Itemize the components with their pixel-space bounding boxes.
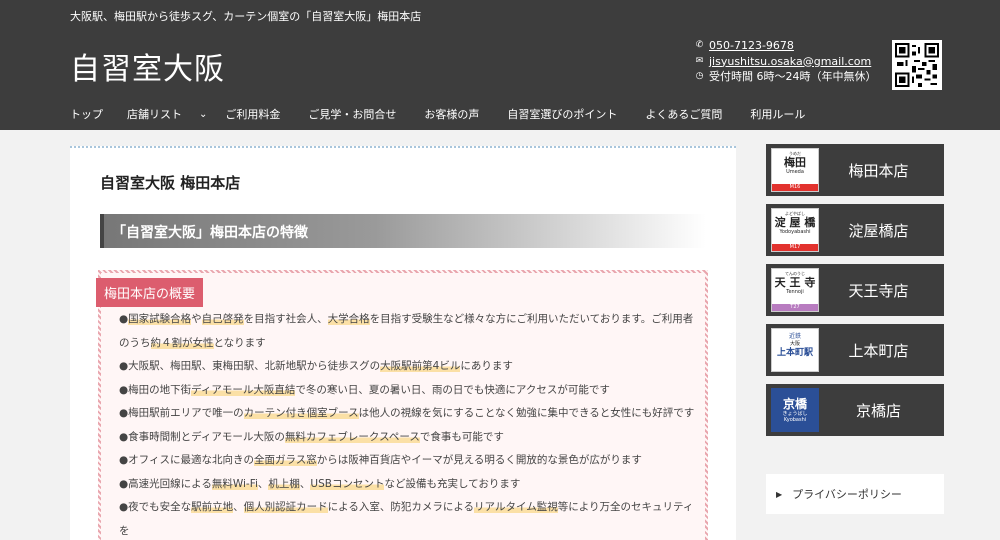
feature-item: ●国家試験合格や自己啓発を目指す社会人、大学合格を目指す受験生など様々な方にご利… <box>119 313 694 349</box>
store-link-umeda[interactable]: うめだ 梅田 Umeda M16 梅田本店 <box>766 144 944 196</box>
tagline: 大阪駅、梅田駅から徒歩スグ、カーテン個室の「自習室大阪」梅田本店 <box>70 10 422 23</box>
nav-rules[interactable]: 利用ルール <box>750 106 805 122</box>
nav-inquiry[interactable]: ご見学・お問合せ <box>308 106 396 122</box>
nav-reviews[interactable]: お客様の声 <box>424 106 479 122</box>
station-sign-umeda: うめだ 梅田 Umeda M16 <box>771 148 819 192</box>
triangle-right-icon: ▶ <box>776 489 783 499</box>
privacy-policy-link[interactable]: ▶ プライバシーポリシー <box>766 474 944 514</box>
station-sign-yodoyabashi: よどやばし 淀 屋 橋 Yodoyabashi M17 <box>771 208 819 252</box>
email-row[interactable]: ✉ jisyushitsu.osaka@gmail.com <box>695 54 877 70</box>
feature-item: ●高速光回線による無料Wi-Fi、机上棚、USBコンセントなど設備も充実しており… <box>119 477 521 490</box>
chevron-down-icon[interactable]: ⌄ <box>199 109 207 120</box>
store-link-yodoyabashi[interactable]: よどやばし 淀 屋 橋 Yodoyabashi M17 淀屋橋店 <box>766 204 944 256</box>
feature-item: ●食事時間制とディアモール大阪の無料カフェブレークスペースで食事も可能です <box>119 430 504 443</box>
phone-link[interactable]: 050-7123-9678 <box>709 38 794 54</box>
feature-item: ●梅田駅前エリアで唯一のカーテン付き個室ブースは他人の視線を気にすることなく勉強… <box>119 407 695 419</box>
station-sign-uehommachi: 近鉄 大阪 上本町駅 <box>771 328 819 372</box>
nav-store-list[interactable]: 店舗リスト ⌄ <box>127 106 207 122</box>
store-sidebar: うめだ 梅田 Umeda M16 梅田本店 よどやばし 淀 屋 橋 Yodoya… <box>766 144 944 444</box>
store-link-tennoji[interactable]: てんのうじ 天 王 寺 Tennoji T27 天王寺店 <box>766 264 944 316</box>
clock-icon: ◷ <box>695 71 704 81</box>
nav-points[interactable]: 自習室選びのポイント <box>507 106 617 122</box>
email-link[interactable]: jisyushitsu.osaka@gmail.com <box>709 54 871 70</box>
nav-top[interactable]: トップ <box>70 106 103 122</box>
contact-info: ✆ 050-7123-9678 ✉ jisyushitsu.osaka@gmai… <box>695 38 877 85</box>
business-hours: 受付時間 6時〜24時（年中無休） <box>709 70 877 83</box>
nav-faq[interactable]: よくあるご質問 <box>645 106 722 122</box>
store-link-kyobashi[interactable]: 京橋 きょうばし Kyobashi 京橋店 <box>766 384 944 436</box>
feature-item: ●梅田の地下街ディアモール大阪直結で冬の寒い日、夏の暑い日、雨の日でも快適にアク… <box>119 383 610 396</box>
main-content: 自習室大阪 梅田本店 「自習室大阪」梅田本店の特徴 梅田本店の概要 ●国家試験合… <box>70 146 736 540</box>
main-nav: トップ 店舗リスト ⌄ ご利用料金 ご見学・お問合せ お客様の声 自習室選びのポ… <box>70 106 805 122</box>
station-sign-kyobashi: 京橋 きょうばし Kyobashi <box>771 388 819 432</box>
feature-item: ●夜でも安全な駅前立地、個人別認証カードによる入室、防犯カメラによるリアルタイム… <box>119 501 694 537</box>
section-heading: 「自習室大阪」梅田本店の特徴 <box>100 214 706 248</box>
store-name: 梅田本店 <box>848 161 909 180</box>
store-name: 京橋店 <box>855 401 901 420</box>
overview-label: 梅田本店の概要 <box>96 278 204 307</box>
feature-item: ●オフィスに最適な北向きの全面ガラス窓からは阪神百貨店やイーマが見える明るく開放… <box>119 454 642 466</box>
site-title[interactable]: 自習室大阪 <box>70 44 225 88</box>
store-name: 天王寺店 <box>848 281 909 300</box>
mail-icon: ✉ <box>695 55 704 66</box>
phone-icon: ✆ <box>695 40 704 50</box>
feature-item: ●大阪駅、梅田駅、東梅田駅、北新地駅から徒歩スグの大阪駅前第4ビルにあります <box>119 360 513 372</box>
page-title: 自習室大阪 梅田本店 <box>100 174 241 192</box>
nav-pricing[interactable]: ご利用料金 <box>225 106 280 122</box>
site-header: 大阪駅、梅田駅から徒歩スグ、カーテン個室の「自習室大阪」梅田本店 自習室大阪 ✆… <box>0 0 1000 130</box>
qr-code <box>892 40 942 90</box>
overview-box: 梅田本店の概要 ●国家試験合格や自己啓発を目指す社会人、大学合格を目指す受験生な… <box>96 270 708 540</box>
hours-row: ◷ 受付時間 6時〜24時（年中無休） <box>695 69 877 85</box>
feature-list: ●国家試験合格や自己啓発を目指す社会人、大学合格を目指す受験生など様々な方にご利… <box>113 308 703 540</box>
store-name: 淀屋橋店 <box>848 221 909 240</box>
phone-row[interactable]: ✆ 050-7123-9678 <box>695 38 877 54</box>
privacy-policy-label: プライバシーポリシー <box>792 488 902 501</box>
station-sign-tennoji: てんのうじ 天 王 寺 Tennoji T27 <box>771 268 819 312</box>
store-link-uehommachi[interactable]: 近鉄 大阪 上本町駅 上本町店 <box>766 324 944 376</box>
store-name: 上本町店 <box>848 341 909 360</box>
